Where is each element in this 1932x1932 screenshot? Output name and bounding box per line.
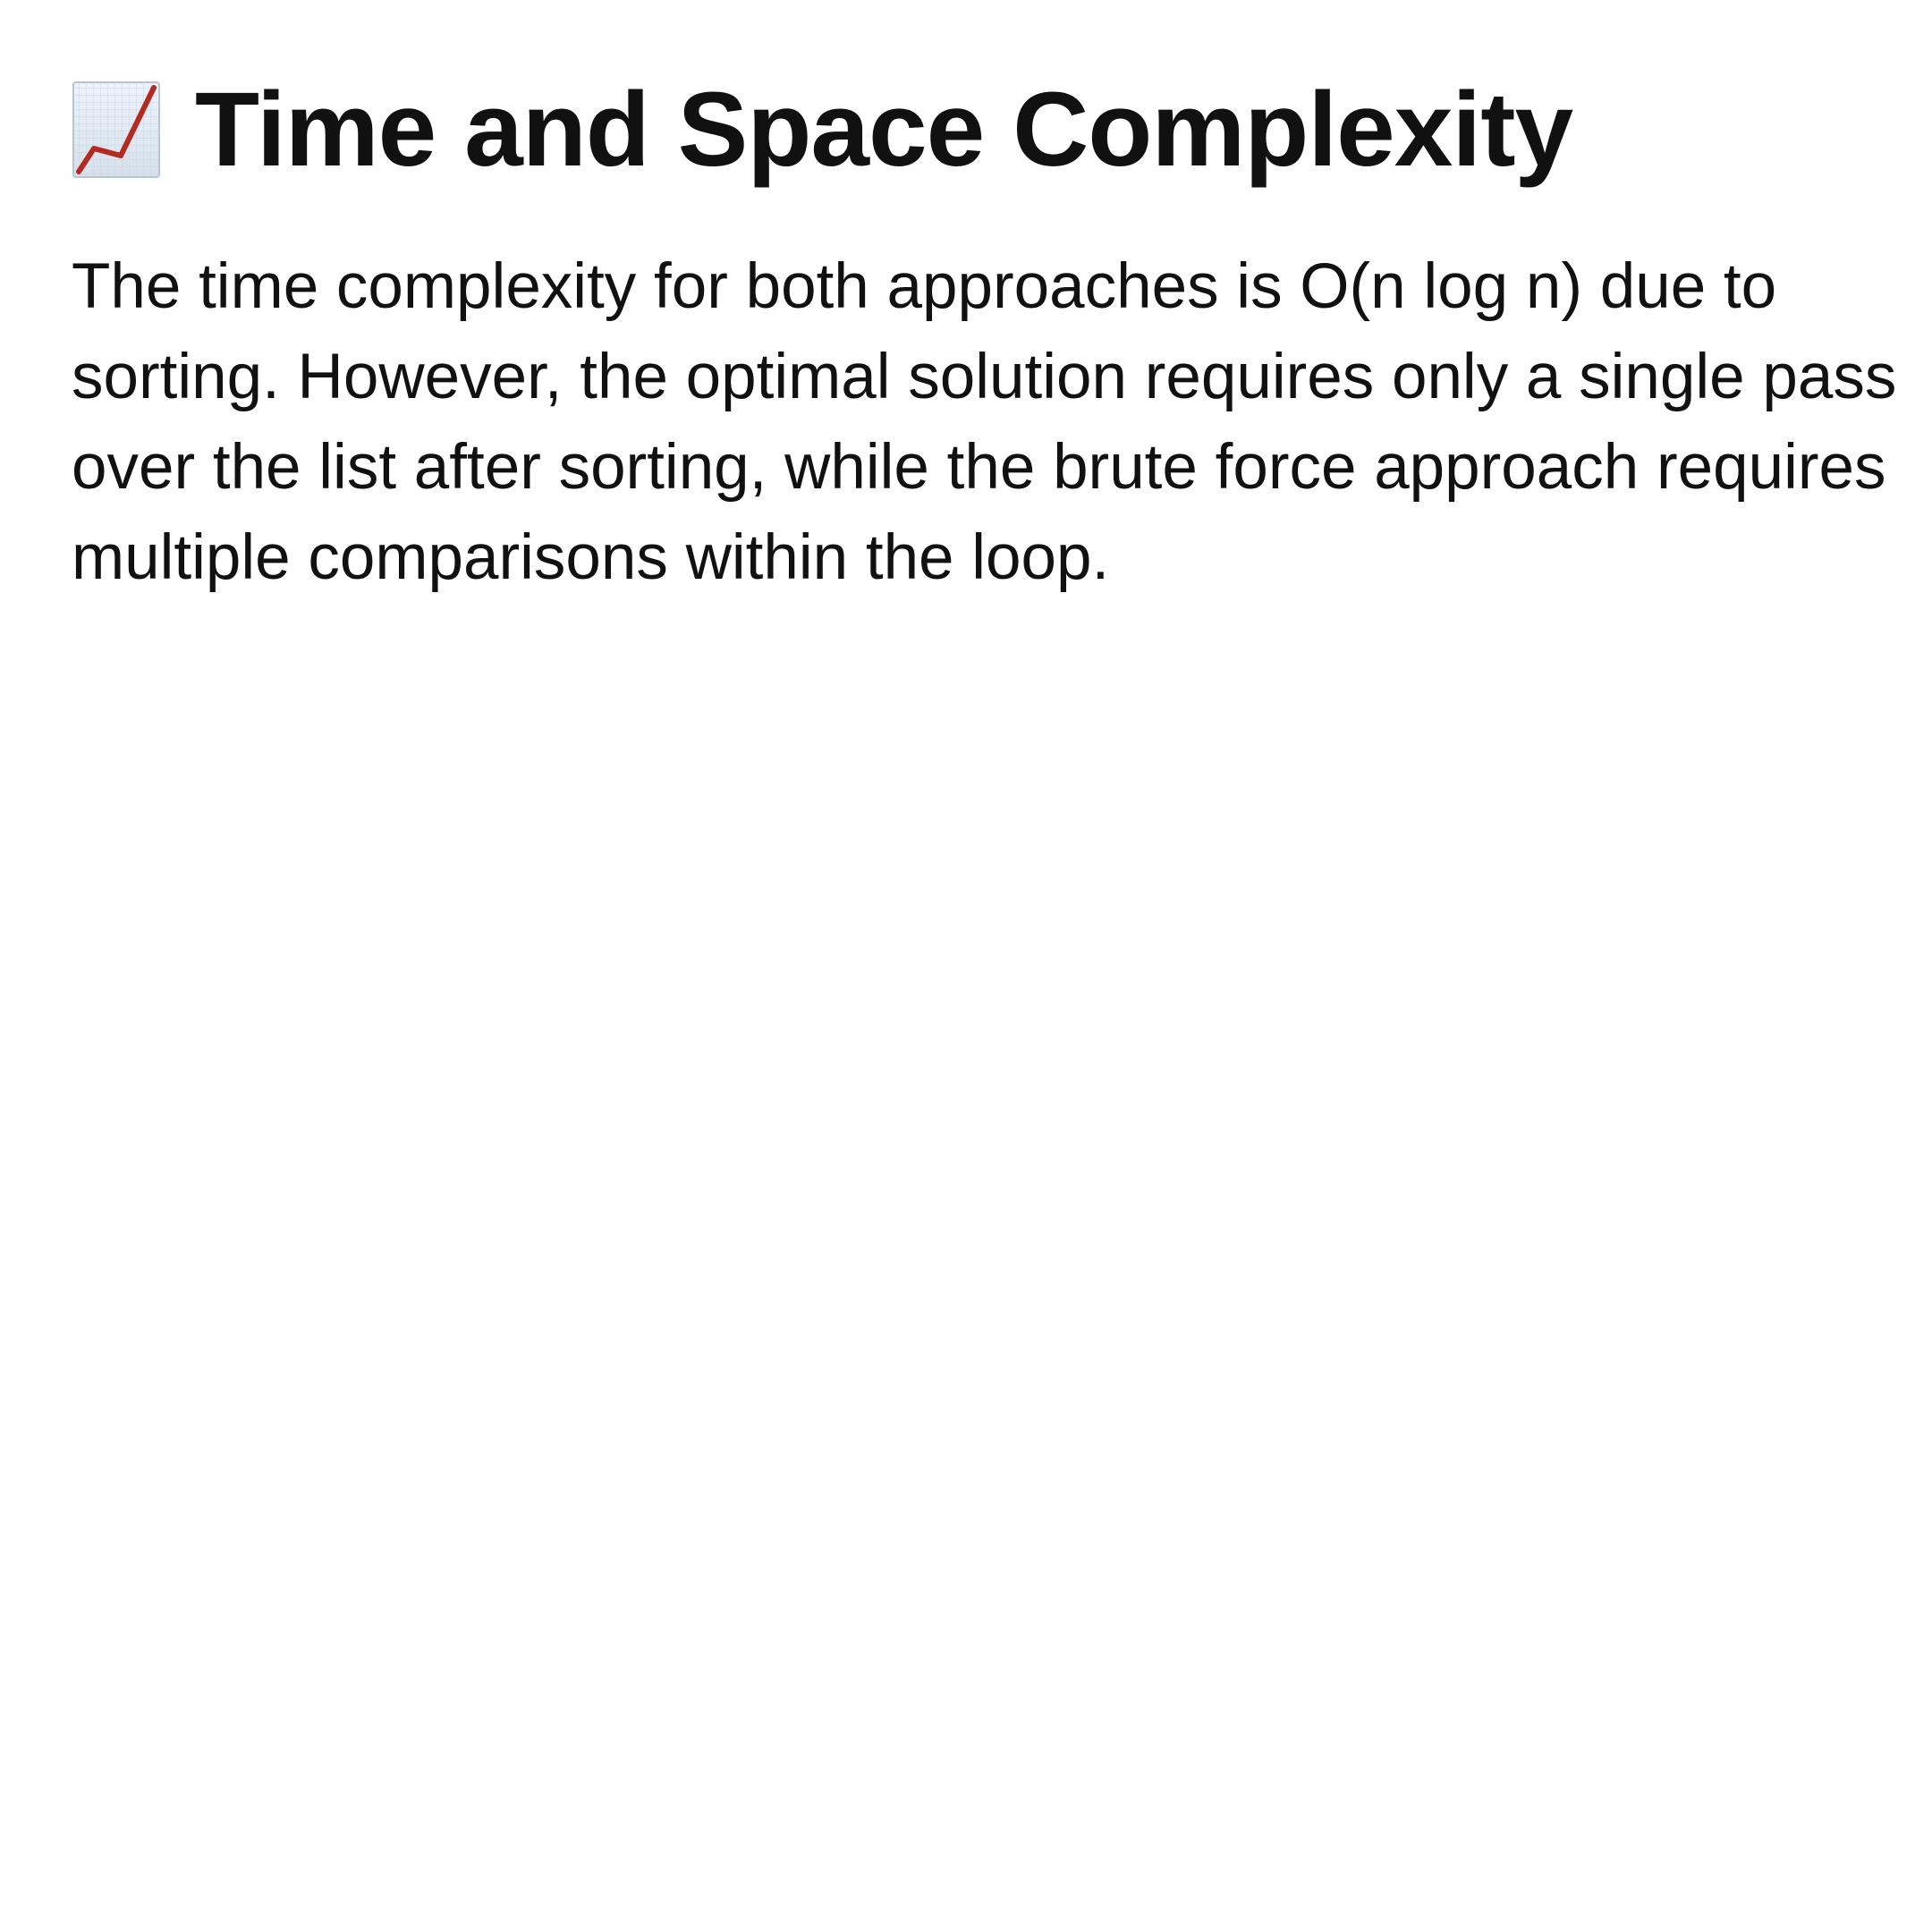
body-paragraph: The time complexity for both approaches … xyxy=(72,251,1897,593)
chart-increasing-icon xyxy=(72,81,160,178)
content-area: Time and Space Complexity The time compl… xyxy=(72,63,1923,603)
section-heading: Time and Space Complexity xyxy=(72,63,1923,197)
page-title: Time and Space Complexity xyxy=(195,71,1573,189)
